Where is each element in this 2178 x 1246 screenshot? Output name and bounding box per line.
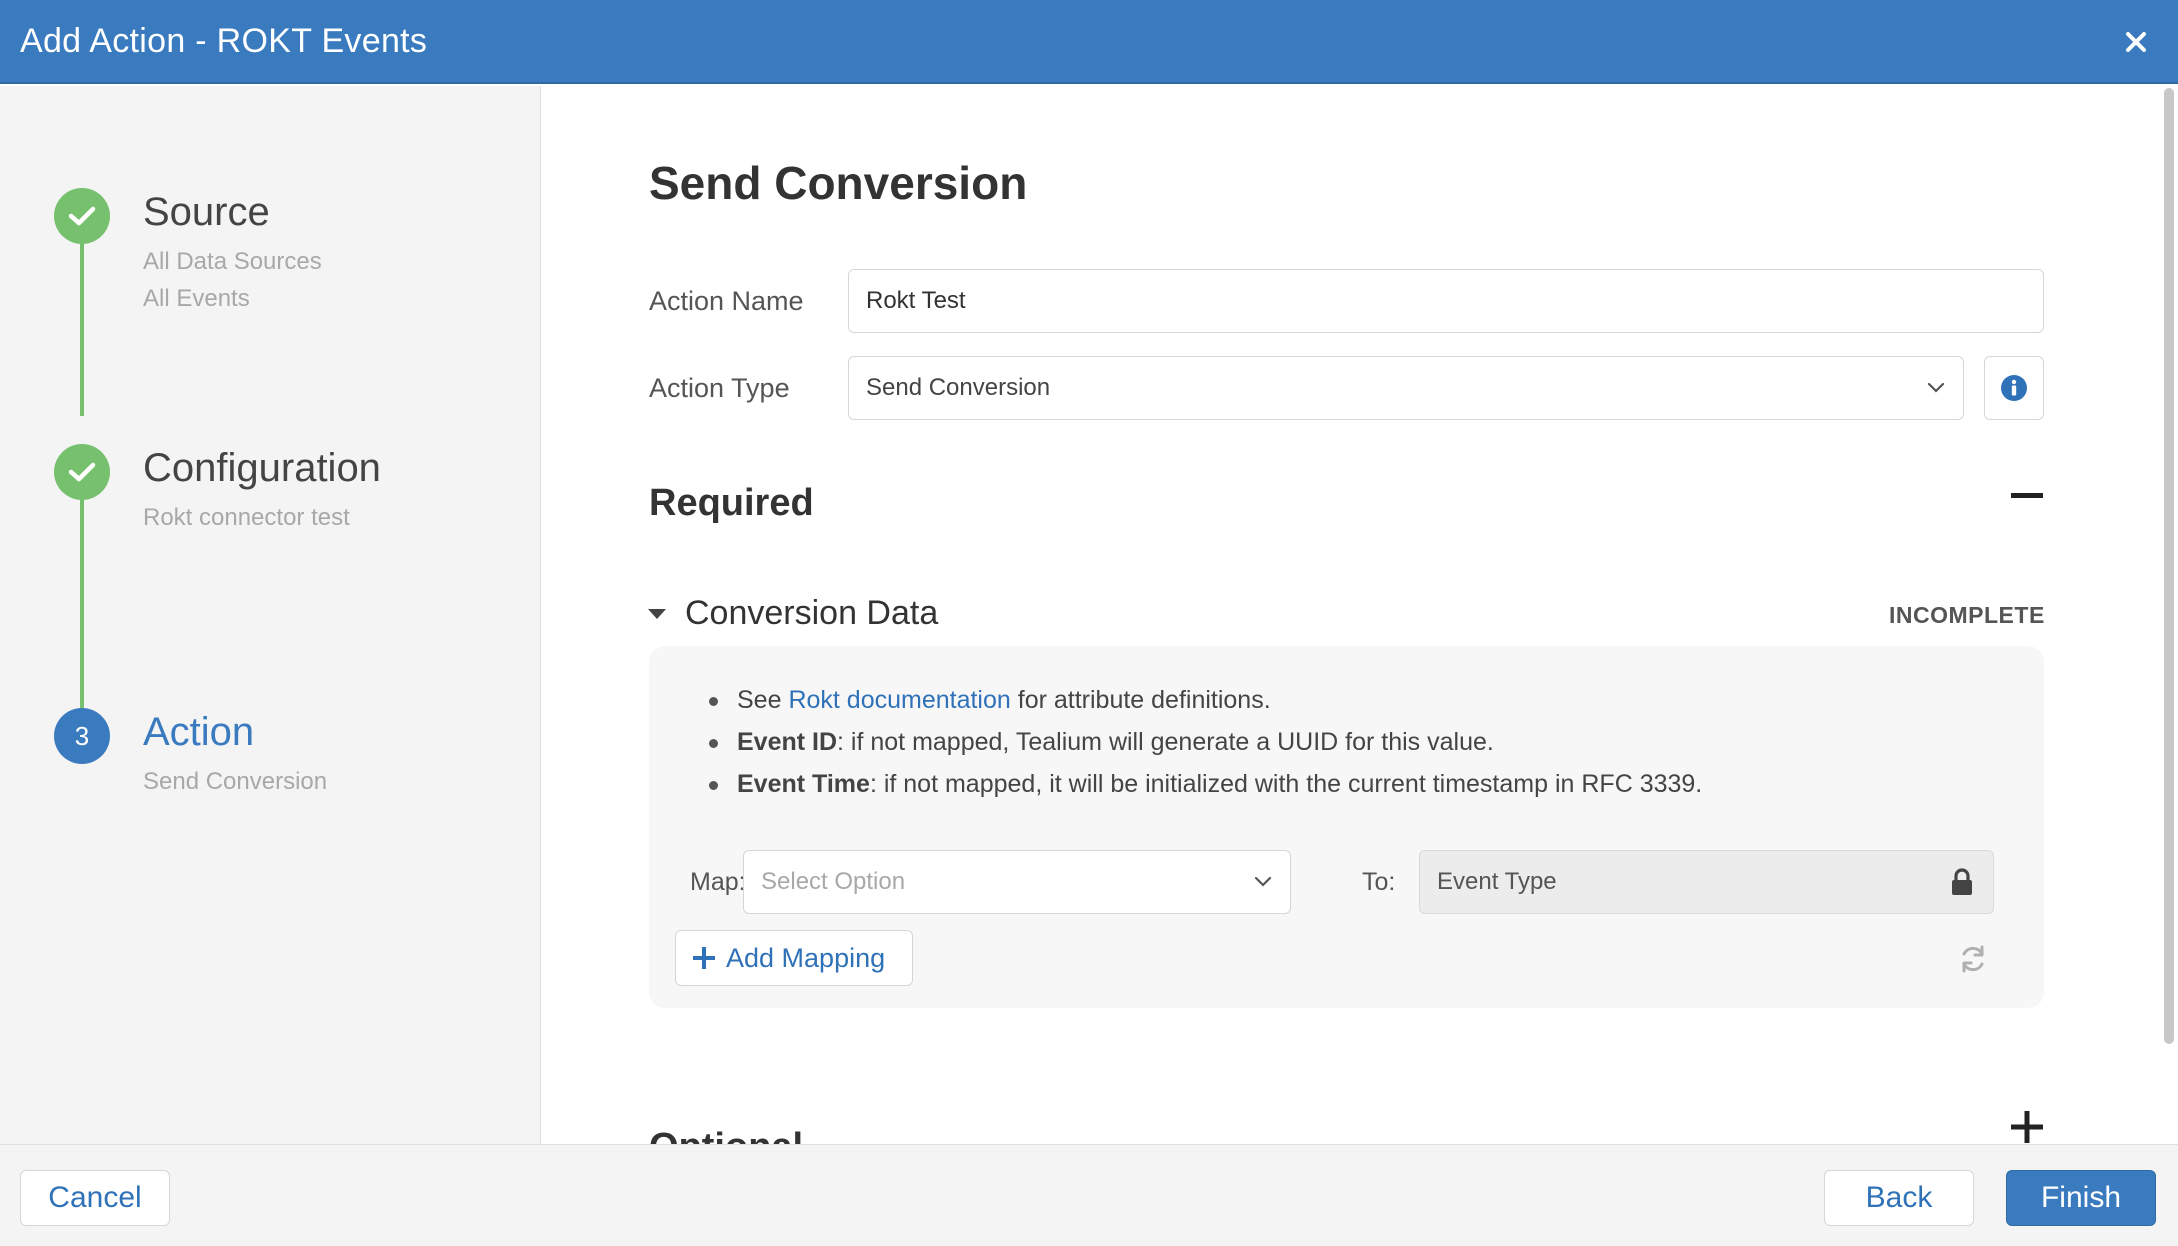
add-mapping-label: Add Mapping xyxy=(726,942,886,973)
action-type-select[interactable]: Send Conversion xyxy=(848,356,1964,420)
finish-button[interactable]: Finish xyxy=(2006,1170,2156,1226)
note-term: Event Time xyxy=(737,770,870,798)
list-item: Event Time: if not mapped, it will be in… xyxy=(709,770,1702,798)
scrollbar-thumb[interactable] xyxy=(2164,88,2174,1044)
plus-icon xyxy=(692,946,716,970)
info-icon xyxy=(2001,375,2027,401)
rokt-documentation-link[interactable]: Rokt documentation xyxy=(788,686,1010,714)
page-title: Send Conversion xyxy=(649,157,1028,209)
close-button[interactable] xyxy=(2116,22,2156,62)
modal-title: Add Action - ROKT Events xyxy=(20,21,428,60)
note-text: See xyxy=(737,686,789,714)
conversion-data-panel: See Rokt documentation for attribute def… xyxy=(649,646,2044,1008)
action-type-info-button[interactable] xyxy=(1984,356,2044,420)
destination-field-value: Event Type xyxy=(1437,868,1557,895)
add-action-modal: Add Action - ROKT Events Source All Data… xyxy=(0,0,2178,1246)
note-text: for attribute definitions. xyxy=(1010,686,1271,714)
chevron-down-icon xyxy=(1254,876,1272,887)
back-button[interactable]: Back xyxy=(1824,1170,1974,1226)
chevron-down-icon xyxy=(1927,382,1945,393)
lock-icon xyxy=(1952,868,1972,895)
step-1-complete-indicator xyxy=(54,188,110,244)
step-2-complete-indicator xyxy=(54,444,110,500)
collapse-required-icon[interactable] xyxy=(2010,479,2044,513)
action-name-label: Action Name xyxy=(649,286,804,316)
map-select-placeholder: Select Option xyxy=(761,868,906,895)
action-type-selected-value: Send Conversion xyxy=(866,374,1051,401)
list-item: See Rokt documentation for attribute def… xyxy=(709,686,1702,714)
conversion-notes-list: See Rokt documentation for attribute def… xyxy=(709,686,1702,812)
step-connector xyxy=(80,472,84,708)
step-1-subtitle: All Data Sources xyxy=(143,248,322,275)
required-section-title: Required xyxy=(649,482,814,524)
conversion-data-header[interactable]: Conversion Data xyxy=(647,594,938,633)
action-name-input[interactable] xyxy=(848,269,2044,333)
step-3-number-badge: 3 xyxy=(54,708,110,764)
modal-footer: Cancel Back Finish xyxy=(0,1144,2178,1246)
list-item: Event ID: if not mapped, Tealium will ge… xyxy=(709,728,1702,756)
to-label: To: xyxy=(1362,868,1396,896)
step-connector xyxy=(80,216,84,416)
refresh-icon[interactable] xyxy=(1958,944,1988,974)
map-source-select[interactable]: Select Option xyxy=(743,850,1291,914)
step-2-subtitle: Rokt connector test xyxy=(143,504,350,531)
status-badge: INCOMPLETE xyxy=(1889,602,2045,628)
caret-down-icon xyxy=(648,608,666,619)
step-3-subtitle: Send Conversion xyxy=(143,768,328,795)
checkmark-icon xyxy=(68,206,96,226)
note-text: : if not mapped, Tealium will generate a… xyxy=(837,728,1494,756)
expand-optional-icon[interactable] xyxy=(2010,1110,2044,1144)
cancel-button[interactable]: Cancel xyxy=(20,1170,170,1226)
add-mapping-button[interactable]: Add Mapping xyxy=(675,930,913,986)
conversion-data-title: Conversion Data xyxy=(685,594,939,632)
step-3-title[interactable]: Action xyxy=(143,710,254,755)
close-icon xyxy=(2126,32,2146,52)
destination-field-locked: Event Type xyxy=(1419,850,1994,914)
stepper-sidebar: Source All Data Sources All Events Confi… xyxy=(0,86,541,1144)
note-text: : if not mapped, it will be initialized … xyxy=(869,770,1703,798)
content-scrollbar[interactable] xyxy=(2164,88,2174,1044)
modal-header: Add Action - ROKT Events xyxy=(0,0,2178,84)
checkmark-icon xyxy=(68,462,96,482)
step-2-title[interactable]: Configuration xyxy=(143,446,381,491)
note-term: Event ID xyxy=(737,728,838,756)
action-form: Send Conversion Action Name Action Type … xyxy=(542,86,2152,1168)
step-1-subtitle: All Events xyxy=(143,285,250,312)
map-label: Map: xyxy=(690,868,746,896)
action-type-label: Action Type xyxy=(649,373,790,403)
step-1-title[interactable]: Source xyxy=(143,190,270,235)
